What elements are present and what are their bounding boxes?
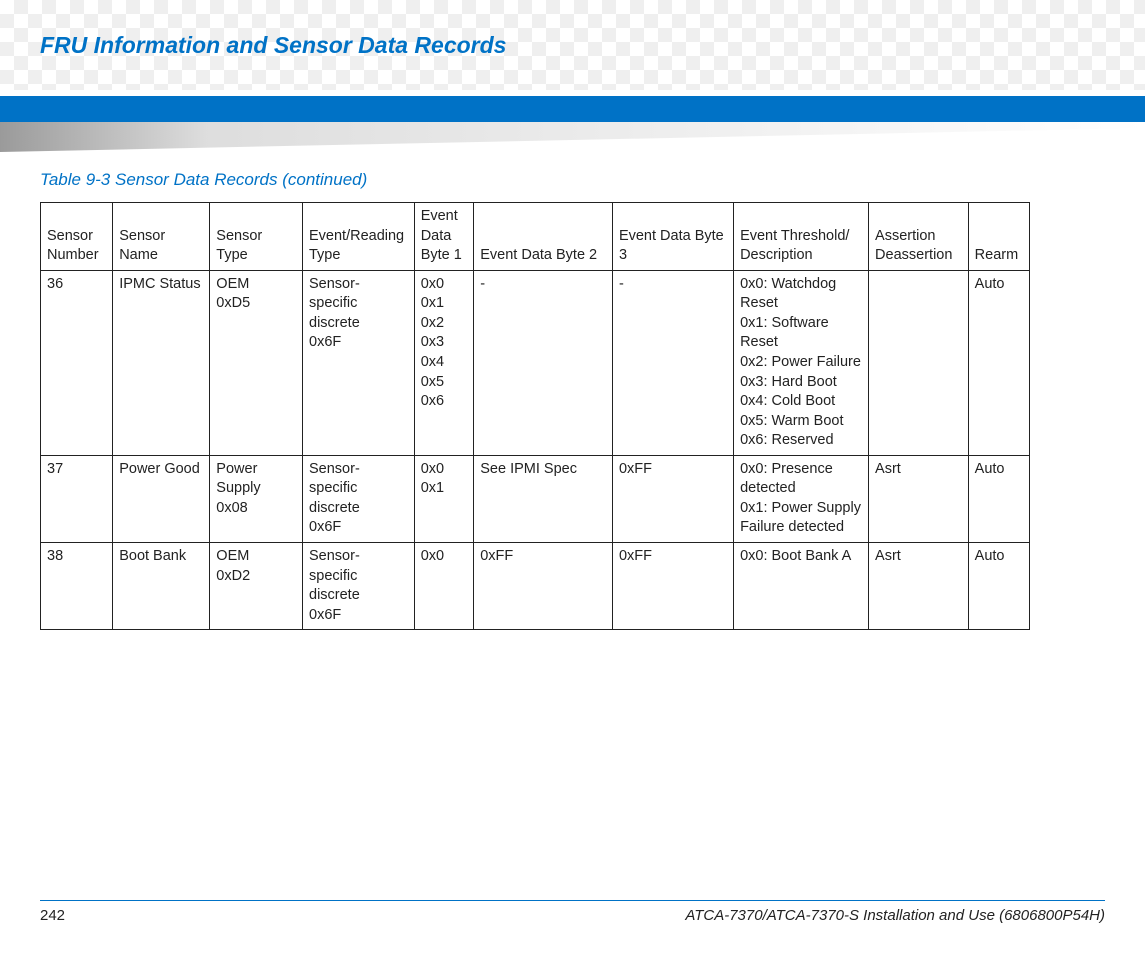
col-event-byte-1: Event Data Byte 1 — [414, 203, 474, 271]
cell-sensor-number: 38 — [41, 543, 113, 630]
table-row: 38 Boot Bank OEM 0xD2 Sensor-specific di… — [41, 543, 1030, 630]
cell-assertion — [869, 270, 969, 455]
col-sensor-type: Sensor Type — [210, 203, 303, 271]
cell-sensor-number: 37 — [41, 455, 113, 542]
page-title: FRU Information and Sensor Data Records — [40, 32, 506, 59]
table-row: 36 IPMC Status OEM 0xD5 Sensor-specific … — [41, 270, 1030, 455]
table-header-row: Sensor Number Sensor Name Sensor Type Ev… — [41, 203, 1030, 271]
cell-rearm: Auto — [968, 455, 1029, 542]
cell-event-byte-3: 0xFF — [612, 543, 733, 630]
cell-rearm: Auto — [968, 270, 1029, 455]
page-number: 242 — [40, 907, 65, 924]
footer: 242 ATCA-7370/ATCA-7370-S Installation a… — [40, 900, 1105, 924]
table-row: 37 Power Good Power Supply 0x08 Sensor-s… — [41, 455, 1030, 542]
col-event-reading: Event/Reading Type — [303, 203, 415, 271]
cell-event-byte-2: - — [474, 270, 613, 455]
cell-event-byte-3: 0xFF — [612, 455, 733, 542]
cell-sensor-type: OEM 0xD5 — [210, 270, 303, 455]
cell-event-byte-1: 0x0 0x1 0x2 0x3 0x4 0x5 0x6 — [414, 270, 474, 455]
sensor-data-table: Sensor Number Sensor Name Sensor Type Ev… — [40, 202, 1030, 630]
cell-event-byte-2: See IPMI Spec — [474, 455, 613, 542]
header-blue-bar — [0, 96, 1145, 122]
table-caption: Table 9-3 Sensor Data Records (continued… — [40, 170, 1105, 190]
cell-event-reading: Sensor-specific discrete 0x6F — [303, 270, 415, 455]
document-id: ATCA-7370/ATCA-7370-S Installation and U… — [685, 907, 1105, 924]
col-threshold-desc: Event Threshold/ Description — [734, 203, 869, 271]
cell-sensor-type: OEM 0xD2 — [210, 543, 303, 630]
cell-event-byte-3: - — [612, 270, 733, 455]
cell-event-byte-2: 0xFF — [474, 543, 613, 630]
col-event-byte-3: Event Data Byte 3 — [612, 203, 733, 271]
col-rearm: Rearm — [968, 203, 1029, 271]
col-sensor-number: Sensor Number — [41, 203, 113, 271]
cell-assertion: Asrt — [869, 455, 969, 542]
cell-threshold-desc: 0x0: Boot Bank A — [734, 543, 869, 630]
content-area: Table 9-3 Sensor Data Records (continued… — [40, 170, 1105, 630]
cell-sensor-name: IPMC Status — [113, 270, 210, 455]
header-shadow-wedge — [0, 122, 1145, 152]
cell-sensor-type: Power Supply 0x08 — [210, 455, 303, 542]
col-event-byte-2: Event Data Byte 2 — [474, 203, 613, 271]
cell-rearm: Auto — [968, 543, 1029, 630]
col-assertion: Assertion Deassertion — [869, 203, 969, 271]
col-sensor-name: Sensor Name — [113, 203, 210, 271]
cell-event-byte-1: 0x0 — [414, 543, 474, 630]
cell-event-reading: Sensor-specific discrete 0x6F — [303, 543, 415, 630]
cell-event-reading: Sensor-specific discrete 0x6F — [303, 455, 415, 542]
cell-sensor-name: Boot Bank — [113, 543, 210, 630]
cell-sensor-name: Power Good — [113, 455, 210, 542]
cell-threshold-desc: 0x0: Presence detected 0x1: Power Supply… — [734, 455, 869, 542]
cell-sensor-number: 36 — [41, 270, 113, 455]
cell-assertion: Asrt — [869, 543, 969, 630]
cell-event-byte-1: 0x0 0x1 — [414, 455, 474, 542]
cell-threshold-desc: 0x0: Watchdog Reset 0x1: Software Reset … — [734, 270, 869, 455]
